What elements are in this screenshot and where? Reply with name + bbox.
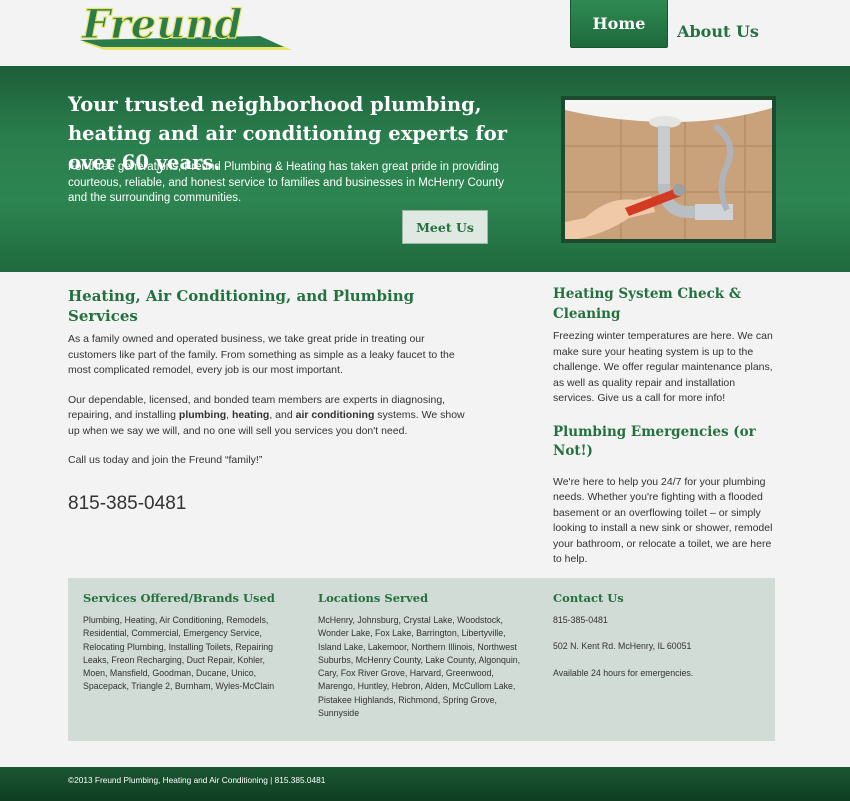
sidebar: Heating System Check & Cleaning Freezing… [553,285,775,584]
hero-photo-frame [561,96,776,243]
services-paragraph-3: Call us today and join the Freund “famil… [68,454,263,466]
contact-title: Contact Us [553,591,624,605]
locations-served-title: Locations Served [318,591,429,605]
services-paragraph-1: As a family owned and operated business,… [68,333,455,376]
locations-served-text: McHenry, Johnsburg, Crystal Lake, Woodst… [318,615,521,719]
footer-info: Services Offered/Brands Used Plumbing, H… [68,578,775,741]
services-paragraph-2: Our dependable, licensed, and bonded tea… [68,393,465,437]
nav-home[interactable]: Home [570,0,668,48]
services-offered-title: Services Offered/Brands Used [83,591,275,605]
phone-number[interactable]: 815-385-0481 [68,493,468,515]
footer-bar: ©2013 Freund Plumbing, Heating and Air C… [0,767,850,801]
services-offered-text: Plumbing, Heating, Air Conditioning, Rem… [83,615,275,692]
nav-about-us[interactable]: About Us [672,0,764,62]
sink-plumbing-icon [565,100,772,239]
services-section: Heating, Air Conditioning, and Plumbing … [68,286,468,515]
contact-column: Contact Us 815-385-0481 502 N. Kent Rd. … [553,591,763,680]
plumbing-emergencies-text: We're here to help you 24/7 for your plu… [553,475,773,566]
hero-text: For three generations, Freund Plumbing &… [68,161,504,204]
services-title: Heating, Air Conditioning, and Plumbing … [68,287,415,325]
heating-check-text: Freezing winter temperatures are here. W… [553,330,773,404]
site-header: Freund Home About Us [0,0,850,66]
plumbing-emergencies-title: Plumbing Emergencies (or Not!) [553,423,756,460]
services-offered-column: Services Offered/Brands Used Plumbing, H… [83,591,288,694]
contact-phone[interactable]: 815-385-0481 [553,614,763,627]
meet-us-button[interactable]: Meet Us [402,210,488,244]
hero-banner: Your trusted neighborhood plumbing, heat… [0,66,850,272]
contact-hours: Available 24 hours for emergencies. [553,667,694,678]
locations-served-column: Locations Served McHenry, Johnsburg, Cry… [318,591,528,720]
svg-text:Freund: Freund [81,2,242,48]
copyright-text: ©2013 Freund Plumbing, Heating and Air C… [68,775,326,785]
contact-address: 502 N. Kent Rd. McHenry, IL 60051 [553,641,692,652]
heating-check-title: Heating System Check & Cleaning [553,286,742,322]
freund-logo[interactable]: Freund [74,2,296,54]
